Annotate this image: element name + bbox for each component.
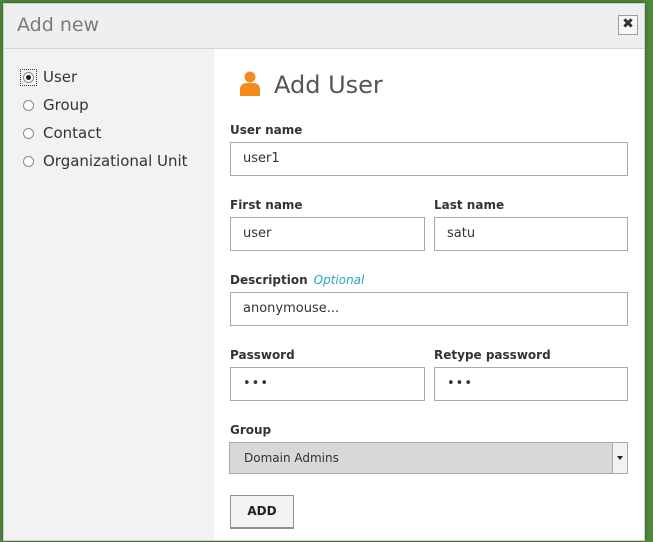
dropdown-arrow-icon[interactable] <box>612 443 627 473</box>
radio-button-organizational-unit[interactable] <box>23 156 34 167</box>
optional-hint: Optional <box>313 273 365 287</box>
radio-button-contact[interactable] <box>23 128 34 139</box>
form-heading: Add User <box>274 71 383 99</box>
retype-password-label: Retype password <box>434 348 551 362</box>
close-icon: ✖ <box>622 16 634 32</box>
description-label-text: Description <box>230 273 308 287</box>
add-button[interactable]: ADD <box>230 495 294 529</box>
description-label: Description Optional <box>230 273 364 287</box>
dialog-titlebar: Add new ✖ <box>4 4 644 49</box>
group-select-value: Domain Admins <box>244 451 339 465</box>
dialog-title: Add new <box>17 14 100 36</box>
add-new-dialog: Add new ✖ User Group Contact Organizatio… <box>3 3 645 541</box>
radio-button-user[interactable] <box>23 72 34 83</box>
radio-button-group[interactable] <box>23 100 34 111</box>
radio-label-contact: Contact <box>43 124 102 142</box>
description-input[interactable]: anonymouse... <box>230 292 628 326</box>
add-user-form: Add User User name user1 First name user… <box>214 49 644 540</box>
close-button[interactable]: ✖ <box>618 15 638 35</box>
first-name-input[interactable]: user <box>230 217 425 251</box>
group-label: Group <box>230 423 272 437</box>
retype-password-input[interactable]: ••• <box>434 367 628 401</box>
last-name-label: Last name <box>434 198 505 212</box>
last-name-input[interactable]: satu <box>434 217 628 251</box>
radio-label-group: Group <box>43 96 89 114</box>
object-type-sidebar: User Group Contact Organizational Unit <box>4 49 214 540</box>
first-name-label: First name <box>230 198 303 212</box>
group-select[interactable]: Domain Admins <box>229 442 628 474</box>
radio-label-user: User <box>43 68 78 86</box>
password-label: Password <box>230 348 295 362</box>
user-icon <box>240 71 260 96</box>
username-label: User name <box>230 123 303 137</box>
password-input[interactable]: ••• <box>230 367 425 401</box>
username-input[interactable]: user1 <box>230 142 628 176</box>
radio-label-organizational-unit: Organizational Unit <box>43 152 188 170</box>
